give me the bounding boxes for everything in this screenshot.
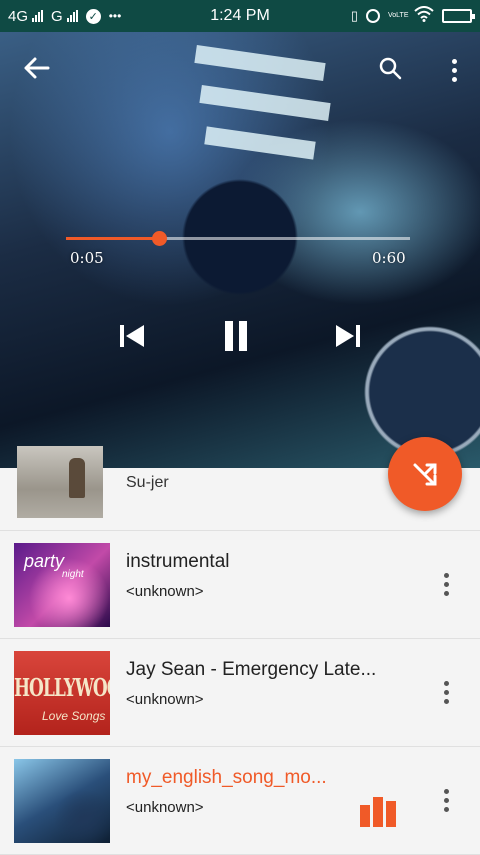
more-options-button[interactable] bbox=[442, 52, 466, 88]
more-vertical-icon bbox=[443, 680, 449, 704]
light-stripe bbox=[204, 126, 316, 160]
previous-button[interactable] bbox=[112, 319, 152, 353]
more-vertical-icon bbox=[451, 58, 457, 82]
battery-icon bbox=[442, 9, 475, 23]
more-vertical-icon bbox=[443, 572, 449, 596]
volte-label: VoLTE bbox=[388, 12, 409, 19]
song-title: instrumental bbox=[126, 551, 230, 572]
status-right: ▯ VoLTE bbox=[302, 6, 475, 26]
wifi-icon bbox=[414, 6, 434, 26]
light-stripe bbox=[194, 45, 326, 81]
shuffle-button[interactable] bbox=[388, 437, 462, 511]
status-left: 4G G ✓ ••• bbox=[8, 8, 178, 25]
signal-icon bbox=[32, 10, 44, 22]
current-time: 0:05 bbox=[70, 249, 104, 267]
search-button[interactable] bbox=[372, 50, 408, 86]
album-art: HOLLYWOOD Love Songs bbox=[14, 651, 110, 735]
total-duration: 0:60 bbox=[372, 249, 406, 267]
album-art-subtext: Love Songs bbox=[42, 709, 106, 723]
seek-progress bbox=[66, 237, 159, 240]
song-title: my_english_song_mo... bbox=[126, 767, 327, 788]
pause-button[interactable] bbox=[216, 319, 256, 353]
more-vertical-icon bbox=[443, 788, 449, 812]
song-artist: <unknown> bbox=[126, 691, 204, 708]
song-options-button[interactable] bbox=[436, 567, 456, 601]
next-button[interactable] bbox=[328, 319, 368, 353]
skip-next-icon bbox=[336, 325, 360, 347]
arrow-left-icon bbox=[24, 57, 50, 79]
pause-icon bbox=[225, 321, 247, 351]
network-label-4g: 4G bbox=[8, 7, 29, 25]
network-label-g: G bbox=[51, 7, 63, 25]
status-bar: 4G G ✓ ••• 1:24 PM ▯ VoLTE bbox=[0, 0, 480, 32]
status-time: 1:24 PM bbox=[210, 7, 270, 24]
shuffle-icon bbox=[413, 463, 437, 486]
song-row[interactable]: party night instrumental <unknown> bbox=[0, 531, 480, 639]
song-list: Su-jer party night instrumental <unknown… bbox=[0, 446, 480, 855]
seek-thumb[interactable] bbox=[151, 231, 167, 246]
song-title: Jay Sean - Emergency Late... bbox=[126, 659, 377, 680]
album-art-text: party bbox=[24, 551, 65, 571]
light-stripe bbox=[199, 85, 331, 121]
song-artist: <unknown> bbox=[126, 583, 204, 600]
album-art: party night bbox=[14, 543, 110, 627]
album-art bbox=[14, 759, 110, 843]
back-button[interactable] bbox=[18, 50, 54, 86]
skip-previous-icon bbox=[120, 325, 144, 347]
song-options-button[interactable] bbox=[436, 675, 456, 709]
seek-bar[interactable] bbox=[66, 231, 410, 246]
album-art-subtext: night bbox=[62, 569, 84, 580]
equalizer-icon bbox=[360, 797, 396, 827]
song-artist: <unknown> bbox=[126, 799, 204, 816]
song-row[interactable]: HOLLYWOOD Love Songs Jay Sean - Emergenc… bbox=[0, 639, 480, 747]
check-circle-icon: ✓ bbox=[85, 8, 101, 24]
song-title: Su-jer bbox=[126, 474, 169, 491]
alarm-icon bbox=[366, 9, 380, 23]
overflow-dots: ••• bbox=[108, 9, 122, 23]
album-art bbox=[17, 446, 103, 518]
now-playing-artwork: 0:05 0:60 bbox=[0, 32, 480, 468]
search-icon bbox=[379, 57, 402, 80]
album-art-text: HOLLYWOOD bbox=[14, 675, 110, 703]
song-row-now-playing[interactable]: my_english_song_mo... <unknown> bbox=[0, 747, 480, 855]
signal-icon-2 bbox=[66, 10, 78, 22]
vibrate-icon: ▯ bbox=[350, 8, 358, 23]
song-options-button[interactable] bbox=[436, 783, 456, 817]
album-art-figure bbox=[69, 458, 85, 498]
